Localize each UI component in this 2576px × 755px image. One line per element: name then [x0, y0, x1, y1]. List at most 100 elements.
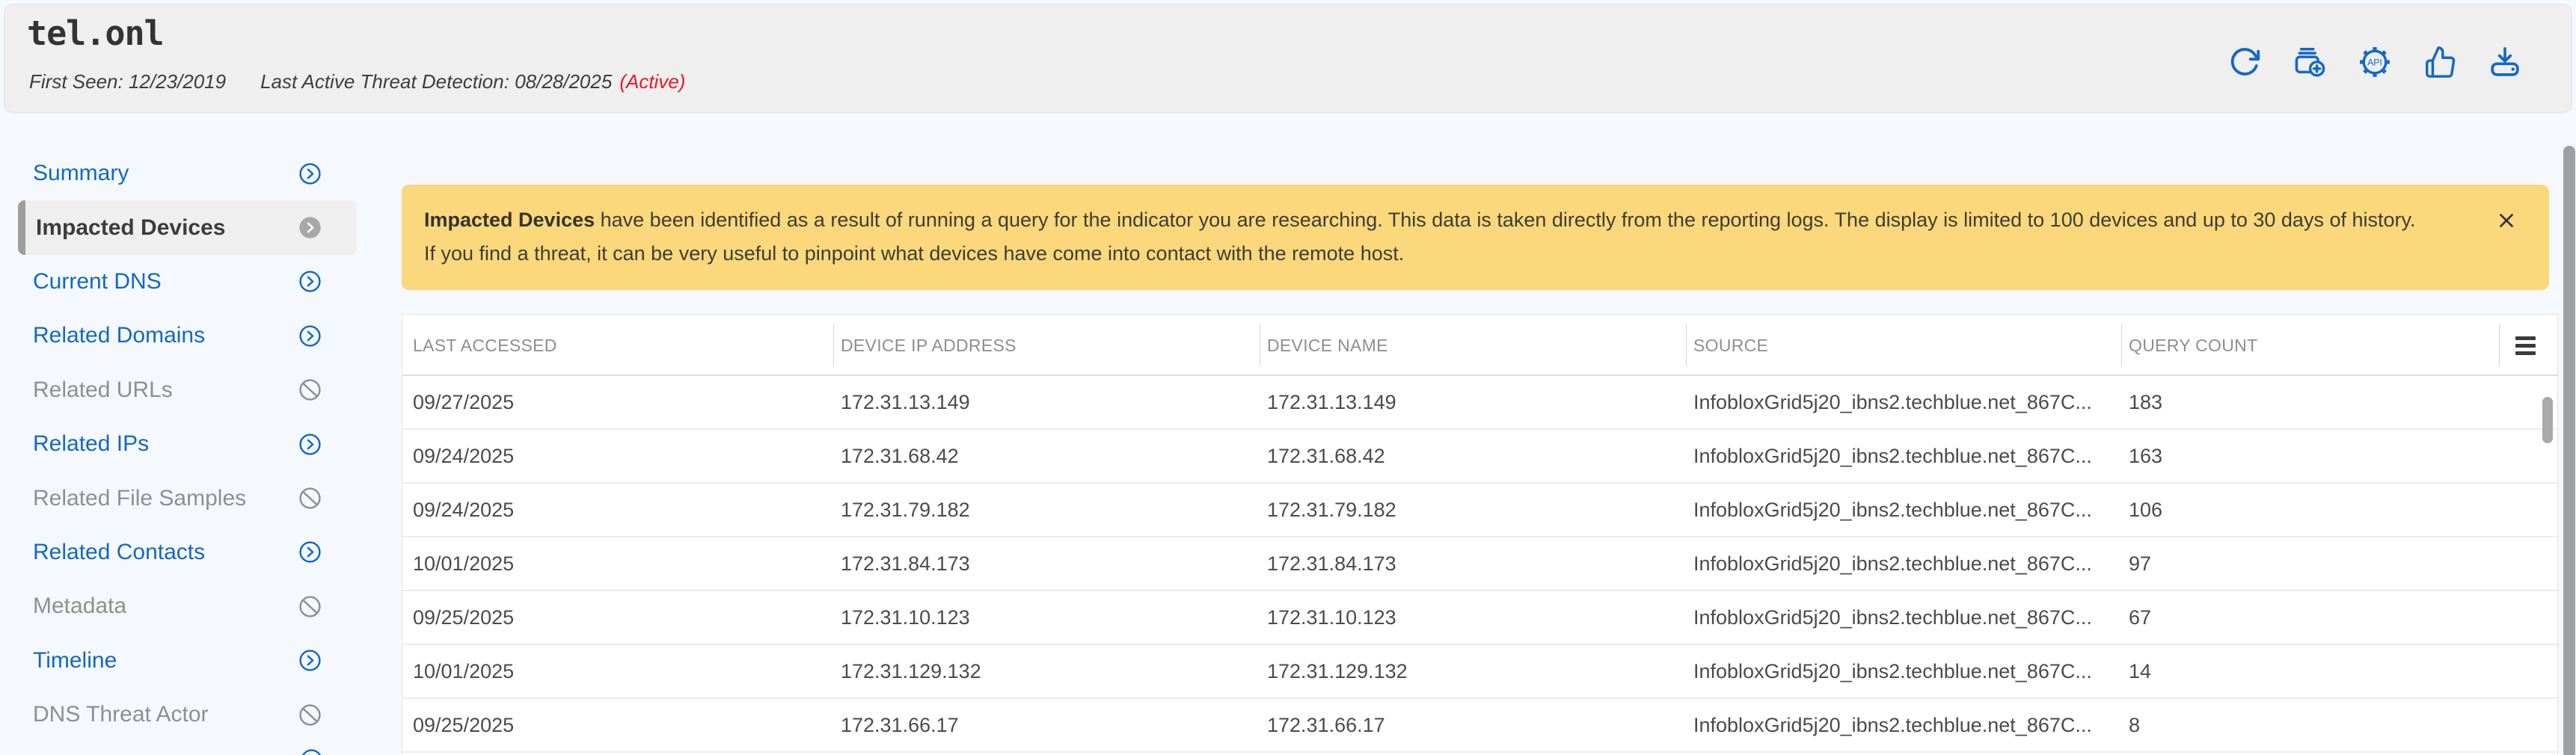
last-active-threat: Last Active Threat Detection: 08/28/2025 [260, 70, 612, 93]
banner-text: have been identified as a result of runn… [424, 209, 2416, 265]
table-header-row: LAST ACCESSED DEVICE IP ADDRESS DEVICE N… [402, 315, 2557, 376]
sidebar-item-summary[interactable]: Summary [0, 147, 381, 200]
go-chevron-icon [300, 748, 323, 755]
api-gear-icon: API [2358, 45, 2392, 79]
table-row: 09/24/2025 172.31.68.42 172.31.68.42 Inf… [402, 430, 2557, 484]
go-chevron-icon [298, 324, 322, 348]
cell-device-name: 172.31.66.17 [1260, 714, 1686, 737]
cell-device-ip: 172.31.66.17 [833, 714, 1260, 737]
cell-source: InfobloxGrid5j20_ibns2.techblue.net_867C… [1686, 606, 2121, 629]
cell-query-count: 97 [2121, 552, 2499, 576]
table-row: 09/25/2025 172.31.66.17 172.31.66.17 Inf… [402, 699, 2557, 753]
sidebar-item-dns-threat-actor: DNS Threat Actor [0, 688, 381, 742]
sidebar-item-related-domains[interactable]: Related Domains [0, 309, 381, 363]
table-row: 09/24/2025 172.31.79.182 172.31.79.182 I… [402, 484, 2557, 537]
table-row: 10/01/2025 172.31.129.132 172.31.129.132… [402, 645, 2557, 699]
close-icon [2497, 211, 2516, 230]
first-seen: First Seen: 12/23/2019 [29, 70, 226, 93]
cell-device-ip: 172.31.10.123 [833, 606, 1260, 629]
cell-last-accessed: 09/25/2025 [402, 714, 833, 737]
blocked-icon [298, 378, 322, 401]
cell-source: InfobloxGrid5j20_ibns2.techblue.net_867C… [1686, 660, 2121, 683]
add-to-collection-icon [2293, 45, 2327, 79]
sidebar-item-partial[interactable] [300, 748, 323, 755]
cell-device-name: 172.31.13.149 [1260, 391, 1686, 414]
header-action-bar: API [2227, 45, 2522, 79]
cell-device-ip: 172.31.13.149 [833, 391, 1260, 414]
svg-text:API: API [2367, 57, 2382, 67]
blocked-icon [298, 595, 322, 618]
add-to-collection-button[interactable] [2293, 45, 2327, 79]
sidebar-item-related-contacts[interactable]: Related Contacts [0, 526, 381, 579]
sidebar-item-timeline[interactable]: Timeline [0, 634, 381, 688]
cell-source: InfobloxGrid5j20_ibns2.techblue.net_867C… [1686, 391, 2121, 414]
cell-device-ip: 172.31.68.42 [833, 445, 1260, 468]
sidebar-item-current-dns[interactable]: Current DNS [0, 255, 381, 309]
blocked-icon [298, 487, 322, 510]
table-scrollbar-thumb[interactable] [2542, 397, 2553, 443]
cell-device-name: 172.31.10.123 [1260, 606, 1686, 629]
go-chevron-icon [298, 216, 322, 239]
banner-close-button[interactable] [2495, 210, 2518, 232]
export-button[interactable] [2488, 45, 2522, 79]
cell-query-count: 163 [2121, 445, 2499, 468]
page-title: tel.onl [27, 13, 164, 53]
cell-device-ip: 172.31.84.173 [833, 552, 1260, 576]
refresh-icon [2227, 45, 2262, 79]
column-menu-cell [2499, 315, 2547, 376]
cell-last-accessed: 10/01/2025 [402, 552, 833, 576]
sidebar-item-related-ips[interactable]: Related IPs [0, 417, 381, 471]
sidebar-item-impacted-devices[interactable]: Impacted Devices [18, 200, 357, 254]
device-table-body: 09/27/2025 172.31.13.149 172.31.13.149 I… [402, 376, 2557, 753]
impacted-devices-info-banner: Impacted Devices have been identified as… [402, 185, 2549, 290]
banner-lead: Impacted Devices [424, 209, 595, 231]
sidebar-item-related-urls: Related URLs [0, 363, 381, 417]
sidebar-nav: Summary Impacted Devices Current DNS Rel… [0, 147, 381, 742]
cell-query-count: 183 [2121, 391, 2499, 414]
cell-query-count: 106 [2121, 499, 2499, 522]
cell-last-accessed: 09/24/2025 [402, 445, 833, 468]
refresh-button[interactable] [2227, 45, 2262, 79]
indicator-meta: First Seen: 12/23/2019 Last Active Threat… [29, 70, 685, 93]
api-settings-button[interactable]: API [2358, 45, 2392, 79]
page-scrollbar-thumb[interactable] [2563, 146, 2575, 755]
table-row: 10/01/2025 172.31.84.173 172.31.84.173 I… [402, 537, 2557, 591]
go-chevron-icon [298, 649, 322, 672]
cell-source: InfobloxGrid5j20_ibns2.techblue.net_867C… [1686, 445, 2121, 468]
cell-last-accessed: 10/01/2025 [402, 660, 833, 683]
cell-source: InfobloxGrid5j20_ibns2.techblue.net_867C… [1686, 714, 2121, 737]
cell-source: InfobloxGrid5j20_ibns2.techblue.net_867C… [1686, 552, 2121, 576]
impacted-devices-table: LAST ACCESSED DEVICE IP ADDRESS DEVICE N… [402, 314, 2558, 755]
sidebar-item-related-file-samples: Related File Samples [0, 471, 381, 525]
download-icon [2488, 45, 2522, 79]
table-row: 09/27/2025 172.31.13.149 172.31.13.149 I… [402, 376, 2557, 430]
sidebar-item-metadata: Metadata [0, 579, 381, 633]
cell-device-name: 172.31.84.173 [1260, 552, 1686, 576]
go-chevron-icon [298, 270, 322, 293]
cell-last-accessed: 09/27/2025 [402, 391, 833, 414]
cell-device-ip: 172.31.79.182 [833, 499, 1260, 522]
cell-last-accessed: 09/25/2025 [402, 606, 833, 629]
cell-device-ip: 172.31.129.132 [833, 660, 1260, 683]
table-menu-button[interactable] [2515, 330, 2545, 360]
cell-device-name: 172.31.129.132 [1260, 660, 1686, 683]
column-header-source[interactable]: SOURCE [1686, 315, 2121, 376]
cell-query-count: 67 [2121, 606, 2499, 629]
cell-query-count: 8 [2121, 714, 2499, 737]
active-status-badge: (Active) [619, 70, 685, 93]
cell-device-name: 172.31.79.182 [1260, 499, 1686, 522]
mark-helpful-button[interactable] [2423, 45, 2457, 79]
column-header-device-ip[interactable]: DEVICE IP ADDRESS [833, 315, 1260, 376]
cell-query-count: 14 [2121, 660, 2499, 683]
hamburger-icon [2515, 336, 2536, 340]
cell-last-accessed: 09/24/2025 [402, 499, 833, 522]
column-header-device-name[interactable]: DEVICE NAME [1260, 315, 1686, 376]
go-chevron-icon [298, 433, 322, 456]
blocked-icon [298, 703, 322, 727]
go-chevron-icon [298, 540, 322, 564]
cell-device-name: 172.31.68.42 [1260, 445, 1686, 468]
column-header-last-accessed[interactable]: LAST ACCESSED [402, 315, 833, 376]
column-header-query-count[interactable]: QUERY COUNT [2121, 315, 2499, 376]
table-row: 09/25/2025 172.31.10.123 172.31.10.123 I… [402, 591, 2557, 645]
cell-source: InfobloxGrid5j20_ibns2.techblue.net_867C… [1686, 499, 2121, 522]
